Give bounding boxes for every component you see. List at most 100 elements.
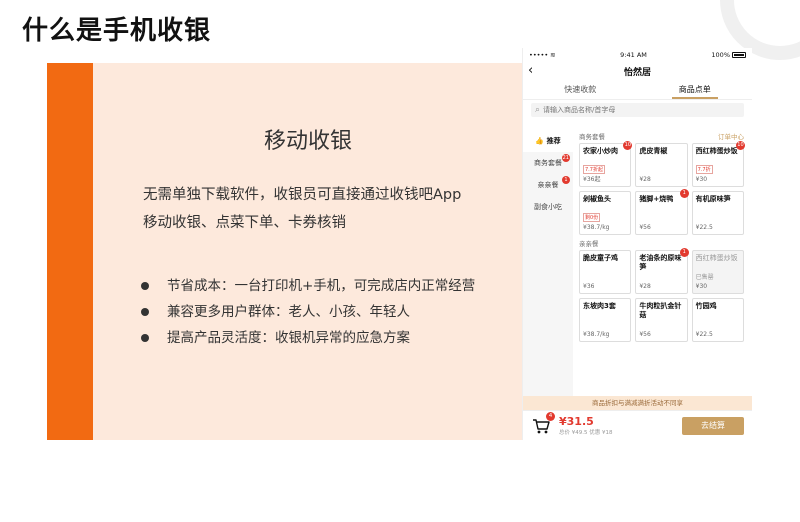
product-card[interactable]: 东坡肉3套 ¥38.7/kg <box>579 298 632 342</box>
product-name: 西红柿蛋炒饭 <box>695 254 738 262</box>
thumb-icon: 👍 <box>535 137 545 145</box>
cart-button[interactable]: 4 <box>531 411 555 436</box>
product-name: 西红柿蛋炒饭 <box>695 147 738 155</box>
cart-totals: ¥31.5 总价 ¥49.5 优惠 ¥18 <box>559 415 613 436</box>
description-line: 无需单独下载软件，收银员可直接通过收钱吧App <box>143 187 462 203</box>
stock-tag: 剩0份 <box>583 213 601 222</box>
product-price: ¥28 <box>639 176 651 183</box>
tab-bar: 快速收款 商品点单 <box>523 80 752 100</box>
product-card[interactable]: 老油条的原味笋 ¥28 1 <box>635 248 689 294</box>
product-price: ¥30 <box>695 176 708 183</box>
signal-indicator: ••••• ≋ <box>529 51 556 59</box>
promo-notice: 商品折扣与满减满折活动不同享 <box>523 396 752 410</box>
feature-text: 提高产品灵活度：收银机异常的应急方案 <box>167 330 410 346</box>
category-family-meal[interactable]: 亲亲餐 1 <box>523 174 573 196</box>
discount-tag: 7.7折 <box>695 165 713 174</box>
checkout-bar: 4 ¥31.5 总价 ¥49.5 优惠 ¥18 去结算 <box>523 410 752 440</box>
description-line: 移动收银、点菜下单、卡券核销 <box>143 215 346 231</box>
quantity-badge: 1 <box>679 189 689 198</box>
product-price: ¥36起 <box>583 176 601 183</box>
search-box[interactable]: ⌕ <box>531 103 744 117</box>
product-name: 牛肉粒扒金针菇 <box>639 302 682 319</box>
tab-quick-payment[interactable]: 快速收款 <box>523 80 638 99</box>
product-price: ¥28 <box>639 283 651 290</box>
product-grid: 脆皮童子鸡 ¥36 老油条的原味笋 ¥28 1 西红柿蛋炒饭 已售罄 ¥30 东… <box>579 248 744 342</box>
product-card[interactable]: 猪脚+烧鸭 ¥56 1 <box>635 189 689 235</box>
feature-list: 节省成本：一台打印机+手机，可完成店内正常经营 兼容更多用户群体：老人、小孩、年… <box>139 273 475 351</box>
category-snacks[interactable]: 副食小吃 <box>523 196 573 218</box>
product-name: 有机原味笋 <box>695 195 731 203</box>
phone-screenshot: •••••≋ 9:41 AM 100% ‹ 怡然居 快速收款 商品点单 ⌕ 👍 … <box>522 48 752 440</box>
product-name: 剁椒鱼头 <box>583 195 611 203</box>
product-card[interactable]: 虎皮青椒 ¥28 <box>635 143 688 187</box>
product-name: 猪脚+烧鸭 <box>639 195 674 203</box>
battery-icon <box>732 52 746 58</box>
checkout-button[interactable]: 去结算 <box>682 416 744 435</box>
store-title: 怡然居 <box>623 67 651 78</box>
battery-indicator: 100% <box>711 51 746 59</box>
product-name: 竹园鸡 <box>695 302 717 310</box>
bullet-dot-icon <box>141 334 149 342</box>
section-title: 亲亲餐 <box>579 240 599 248</box>
tab-product-order[interactable]: 商品点单 <box>638 80 753 99</box>
category-list: 👍 推荐 商务套餐 21 亲亲餐 1 副食小吃 <box>523 130 573 396</box>
bullet-dot-icon <box>141 282 149 290</box>
section-title: 商务套餐 <box>579 133 605 141</box>
quantity-badge: 1 <box>679 248 689 257</box>
panel-description: 无需单独下载软件，收银员可直接通过收钱吧App 移动收银、点菜下单、卡券核销 <box>143 181 513 237</box>
sold-out-label: 已售罄 <box>695 274 714 281</box>
category-recommended[interactable]: 👍 推荐 <box>523 130 573 152</box>
cart-count-badge: 4 <box>546 411 555 421</box>
status-bar: ••••• ≋ 9:41 AM 100% <box>523 48 752 62</box>
feature-item: 节省成本：一台打印机+手机，可完成店内正常经营 <box>139 273 475 299</box>
product-name: 虎皮青椒 <box>639 147 668 155</box>
product-price: ¥38.7/kg <box>583 224 610 231</box>
product-card[interactable]: 有机原味笋 ¥22.5 <box>691 191 744 235</box>
product-card-sold-out: 西红柿蛋炒饭 已售罄 ¥30 <box>691 250 744 294</box>
total-breakdown: 总价 ¥49.5 优惠 ¥18 <box>559 430 613 436</box>
discount-tag: 7.7折起 <box>583 165 605 174</box>
product-grid: 农家小炒肉 7.7折起 ¥36起 10 虎皮青椒 ¥28 西红柿蛋炒饭 7.7折… <box>579 141 745 235</box>
product-area: 商务套餐 订单中心 农家小炒肉 7.7折起 ¥36起 10 虎皮青椒 ¥28 西… <box>573 130 752 396</box>
nav-bar: ‹ 怡然居 <box>523 62 752 80</box>
search-icon: ⌕ <box>535 105 541 115</box>
section-header: 商务套餐 订单中心 <box>579 132 744 143</box>
product-price: ¥22.5 <box>695 224 713 231</box>
product-card[interactable]: 农家小炒肉 7.7折起 ¥36起 10 <box>579 141 633 187</box>
category-badge: 1 <box>562 176 570 184</box>
product-card[interactable]: 牛肉粒扒金针菇 ¥56 <box>635 298 688 342</box>
product-price: ¥56 <box>639 224 651 231</box>
product-price: ¥56 <box>639 331 651 338</box>
menu-content: 👍 推荐 商务套餐 21 亲亲餐 1 副食小吃 商务套餐 订单中心 农家小炒肉 7.… <box>523 130 752 396</box>
info-panel: 移动收银 无需单独下载软件，收银员可直接通过收钱吧App 移动收银、点菜下单、卡… <box>47 63 523 440</box>
product-card[interactable]: 剁椒鱼头 剩0份 ¥38.7/kg <box>579 191 632 235</box>
feature-item: 提高产品灵活度：收银机异常的应急方案 <box>139 325 475 351</box>
panel-heading: 移动收银 <box>263 129 352 154</box>
feature-item: 兼容更多用户群体：老人、小孩、年轻人 <box>139 299 475 325</box>
section-header: 亲亲餐 <box>579 239 744 250</box>
quantity-badge: 10 <box>735 141 745 150</box>
accent-stripe <box>47 63 93 440</box>
product-price: ¥38.7/kg <box>583 331 610 338</box>
category-badge: 21 <box>561 154 570 162</box>
wifi-icon: ≋ <box>550 51 556 59</box>
product-price: ¥22.5 <box>695 331 713 338</box>
slide-title: 什么是手机收银 <box>22 16 212 46</box>
total-price: ¥31.5 <box>559 415 594 428</box>
product-card[interactable]: 西红柿蛋炒饭 7.7折 ¥30 10 <box>691 141 745 187</box>
product-card[interactable]: 竹园鸡 ¥22.5 <box>691 298 744 342</box>
product-name: 农家小炒肉 <box>583 147 618 155</box>
search-input[interactable] <box>543 106 724 114</box>
product-name: 东坡肉3套 <box>583 302 616 310</box>
product-name: 脆皮童子鸡 <box>583 254 618 262</box>
status-time: 9:41 AM <box>620 51 647 59</box>
bullet-dot-icon <box>141 308 149 316</box>
feature-text: 兼容更多用户群体：老人、小孩、年轻人 <box>167 304 410 320</box>
product-name: 老油条的原味笋 <box>639 254 682 271</box>
product-price: ¥36 <box>583 283 595 290</box>
category-business-set[interactable]: 商务套餐 21 <box>523 152 573 174</box>
back-chevron-icon[interactable]: ‹ <box>528 63 533 78</box>
quantity-badge: 10 <box>623 141 633 150</box>
product-card[interactable]: 脆皮童子鸡 ¥36 <box>579 250 632 294</box>
feature-text: 节省成本：一台打印机+手机，可完成店内正常经营 <box>167 278 476 294</box>
